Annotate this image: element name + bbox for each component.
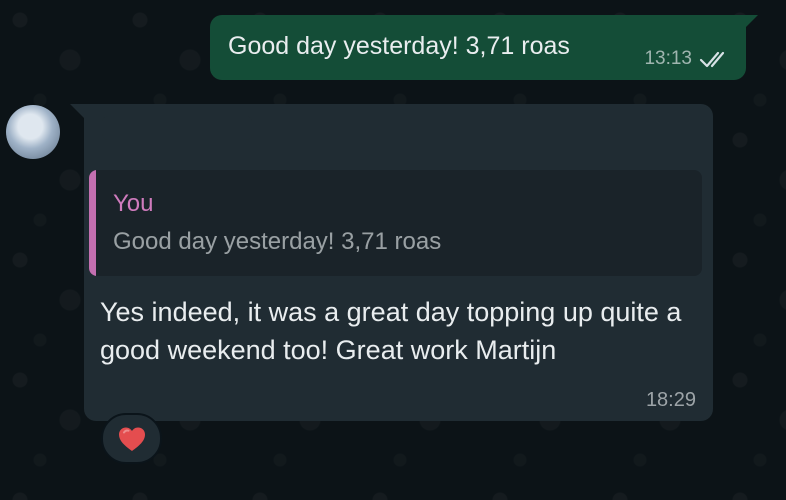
- quoted-message-author: You: [113, 190, 154, 217]
- outgoing-bubble-tail: [744, 15, 758, 29]
- incoming-message-text: Yes indeed, it was a great day topping u…: [100, 297, 682, 365]
- outgoing-message-text: Good day yesterday! 3,71 roas: [228, 32, 570, 60]
- red-heart-icon: [118, 427, 145, 451]
- sender-name-redacted: [102, 116, 252, 140]
- quoted-message[interactable]: You Good day yesterday! 3,71 roas: [89, 170, 702, 276]
- contact-avatar[interactable]: [6, 105, 60, 159]
- quoted-message-text: Good day yesterday! 3,71 roas: [113, 228, 442, 255]
- outgoing-message-time: 13:13: [644, 48, 692, 69]
- quoted-message-accent: [89, 170, 96, 276]
- outgoing-message-meta: 13:13: [644, 48, 732, 70]
- double-check-icon: [699, 51, 725, 68]
- message-reaction[interactable]: [101, 413, 162, 464]
- incoming-bubble-tail: [70, 104, 84, 118]
- outgoing-message[interactable]: Good day yesterday! 3,71 roas 13:13: [210, 15, 746, 80]
- incoming-message-time: 18:29: [645, 389, 696, 411]
- incoming-message[interactable]: You Good day yesterday! 3,71 roas Yes in…: [84, 104, 713, 421]
